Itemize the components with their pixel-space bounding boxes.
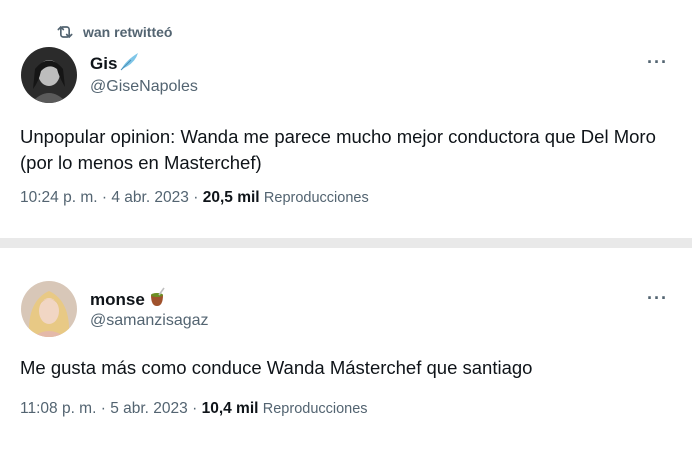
tweet-text: Unpopular opinion: Wanda me parece mucho… bbox=[20, 126, 656, 173]
meta-separator: · bbox=[101, 189, 108, 206]
avatar[interactable] bbox=[21, 47, 77, 103]
meta-separator: · bbox=[192, 400, 198, 417]
meta-separator: · bbox=[193, 189, 199, 206]
tweet-meta: 11:08 p. m. · 5 abr. 2023 · 10,4 mil Rep… bbox=[20, 400, 368, 418]
avatar[interactable] bbox=[21, 281, 77, 337]
views-label: Reproducciones bbox=[262, 401, 368, 417]
tweet-date[interactable]: 5 abr. 2023 bbox=[110, 400, 188, 417]
user-handle[interactable]: @GiseNapoles bbox=[90, 78, 198, 96]
tweet-card[interactable]: monse @samanzisagaz ··· Me gusta más com… bbox=[0, 248, 692, 457]
tweet-date[interactable]: 4 abr. 2023 bbox=[111, 189, 189, 206]
meta-separator: · bbox=[100, 400, 106, 417]
views-count: 20,5 mil bbox=[202, 189, 260, 206]
more-options-icon[interactable]: ··· bbox=[647, 52, 668, 73]
retweet-label: wan retwitteó bbox=[83, 24, 173, 40]
views-label: Reproducciones bbox=[263, 190, 369, 206]
user-handle[interactable]: @samanzisagaz bbox=[90, 312, 209, 330]
feather-emoji bbox=[119, 51, 141, 76]
mate-emoji bbox=[147, 287, 167, 312]
more-options-icon[interactable]: ··· bbox=[647, 288, 668, 309]
tweet-meta: 10:24 p. m. · 4 abr. 2023 · 20,5 mil Rep… bbox=[20, 189, 369, 207]
tweet-text: Me gusta más como conduce Wanda Másterch… bbox=[20, 357, 533, 378]
tweet-time[interactable]: 11:08 p. m. bbox=[20, 400, 96, 417]
retweet-icon bbox=[57, 26, 73, 38]
retweet-indicator: wan retwitteó bbox=[55, 22, 172, 42]
tweet-card[interactable]: wan retwitteó Gis @GiseNapoles ··· Unpop… bbox=[0, 0, 692, 238]
display-name[interactable]: Gis bbox=[90, 51, 141, 76]
tweet-time[interactable]: 10:24 p. m. bbox=[20, 189, 98, 206]
display-name[interactable]: monse bbox=[90, 287, 167, 312]
views-count: 10,4 mil bbox=[201, 400, 259, 417]
